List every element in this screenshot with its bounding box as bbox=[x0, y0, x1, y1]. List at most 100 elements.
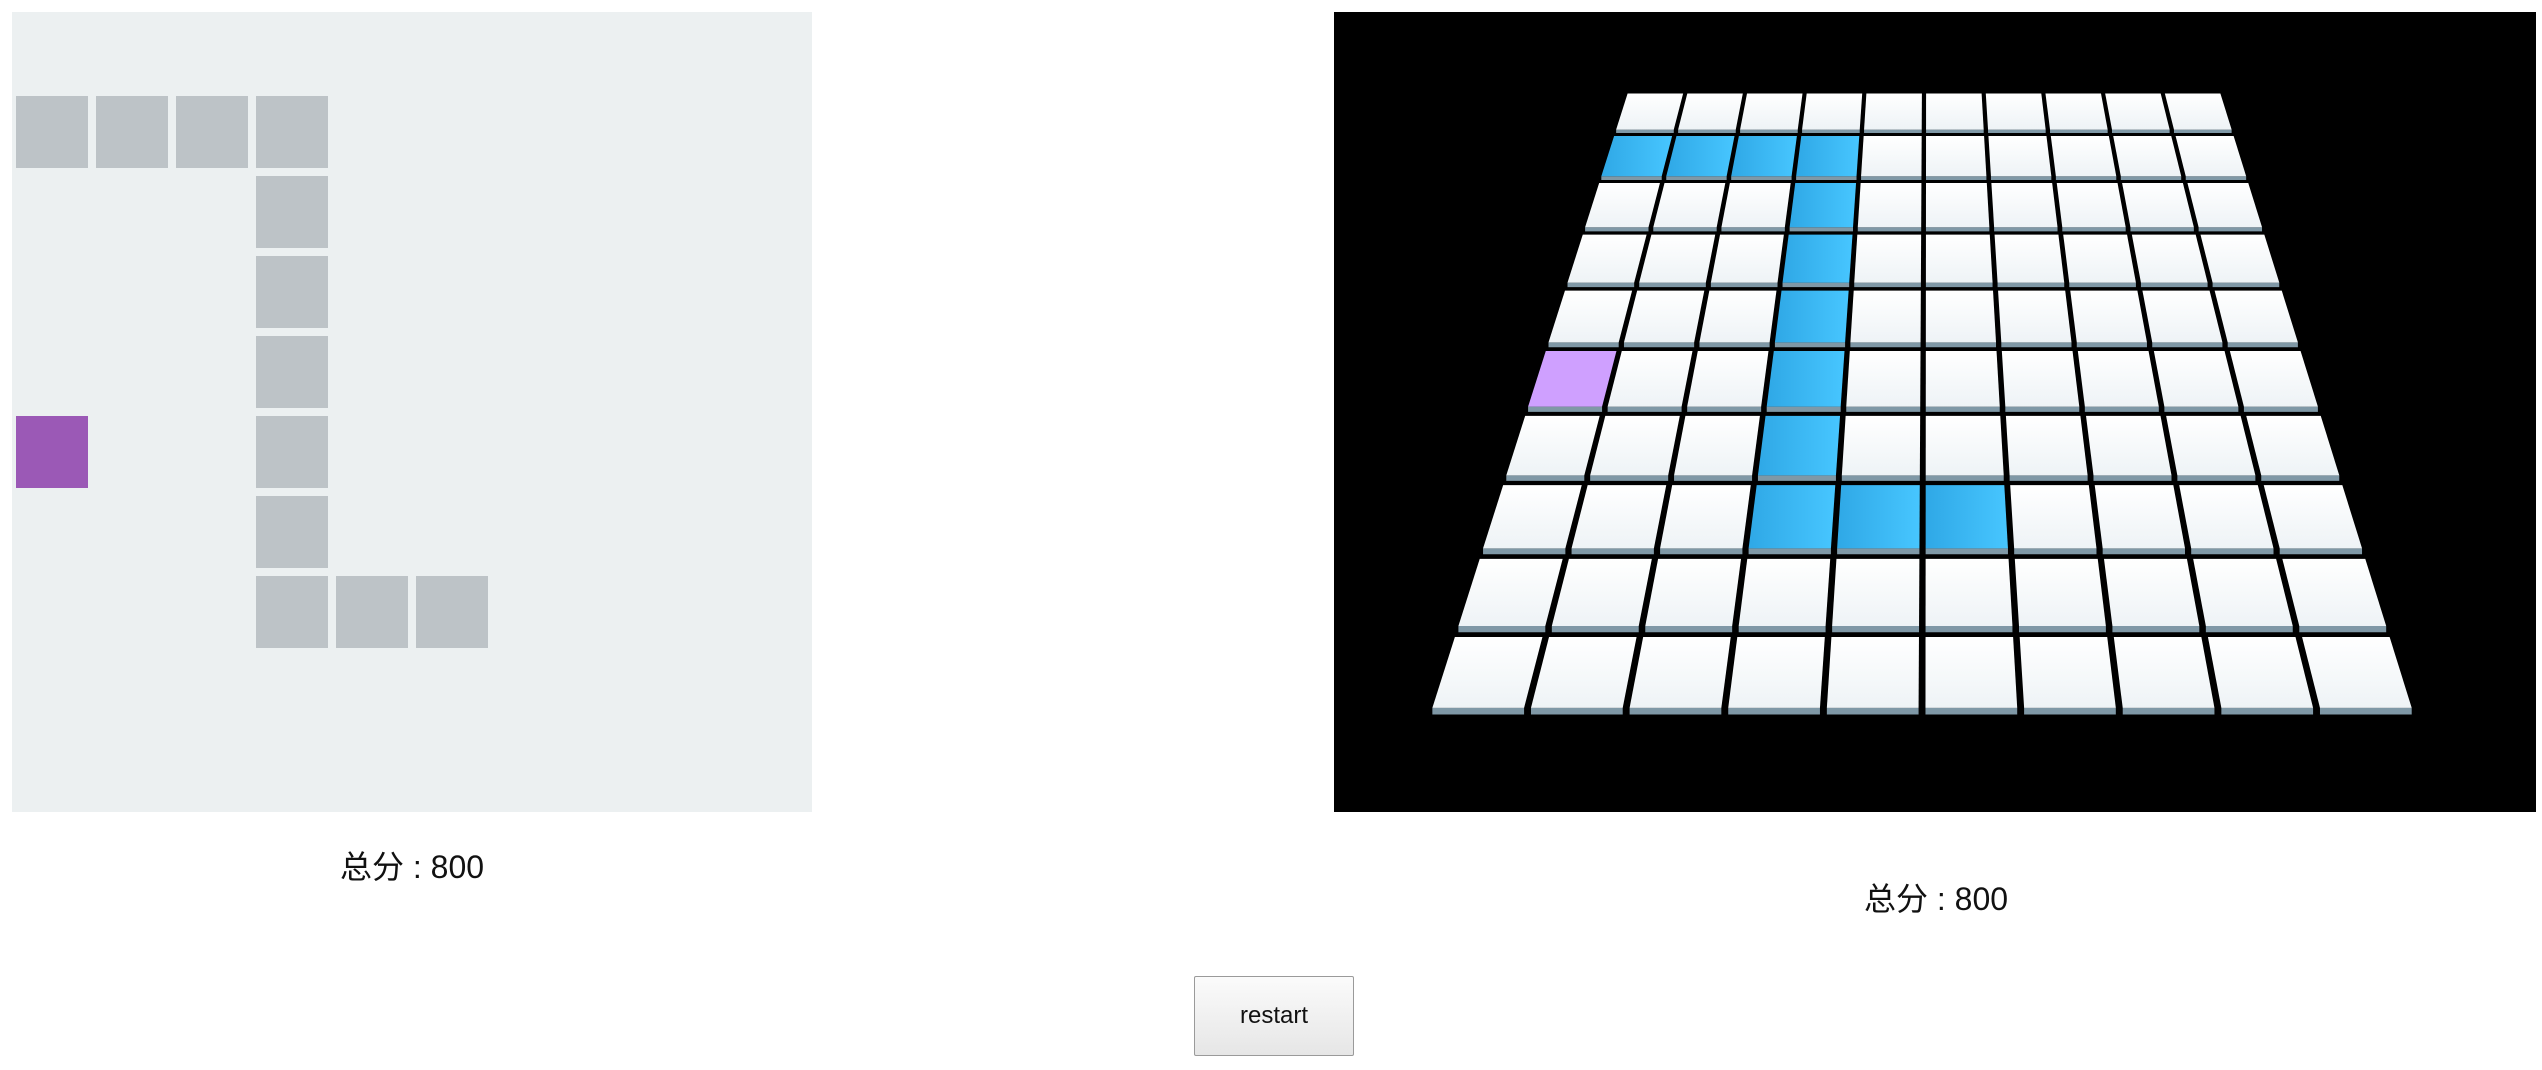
board-tile-3d bbox=[2050, 136, 2117, 177]
snake-segment-2d bbox=[416, 576, 488, 648]
tile-edge-3d bbox=[1832, 625, 1920, 633]
board-tile-3d bbox=[1841, 415, 1921, 476]
board-tile-3d bbox=[1458, 558, 1563, 626]
board-tile-3d bbox=[2070, 290, 2147, 343]
tile-edge-3d bbox=[2093, 475, 2172, 481]
board-tile-3d bbox=[1567, 234, 1647, 283]
tile-edge-3d bbox=[1623, 342, 1695, 348]
board-tile-3d bbox=[2094, 485, 2185, 549]
tile-edge-3d bbox=[1740, 129, 1798, 134]
tile-edge-3d bbox=[1802, 129, 1860, 134]
tile-edge-3d bbox=[1548, 342, 1619, 348]
tile-edge-3d bbox=[1738, 625, 1826, 633]
board-tile-3d bbox=[1988, 136, 2052, 177]
board-tile-3d bbox=[1925, 637, 2018, 708]
board-tile-3d bbox=[2142, 290, 2223, 343]
snake-segment-2d bbox=[256, 176, 328, 248]
tile-edge-3d bbox=[2062, 227, 2126, 232]
tile-edge-3d bbox=[2205, 625, 2293, 633]
tile-edge-3d bbox=[1590, 475, 1669, 481]
board-tile-3d bbox=[2207, 637, 2314, 708]
board-tile-3d bbox=[1623, 290, 1705, 343]
snake-segment-2d bbox=[336, 576, 408, 648]
tile-edge-3d bbox=[1629, 707, 1722, 715]
tile-edge-3d bbox=[2221, 707, 2314, 715]
tile-edge-3d bbox=[2112, 129, 2170, 134]
board-tile-3d bbox=[1432, 637, 1543, 708]
board-tile-3d bbox=[1639, 234, 1716, 283]
tile-edge-3d bbox=[1687, 406, 1762, 412]
board-tile-3d bbox=[1721, 183, 1791, 228]
board-tile-3d bbox=[1678, 93, 1743, 130]
snake-tile-3d bbox=[1731, 136, 1797, 177]
tile-edge-3d bbox=[2076, 342, 2147, 348]
board-tile-3d bbox=[1483, 485, 1582, 549]
board-tile-3d bbox=[2282, 558, 2387, 626]
tile-edge-3d bbox=[2120, 176, 2182, 181]
tile-edge-3d bbox=[2122, 707, 2215, 715]
board-tile-3d bbox=[1985, 93, 2046, 130]
tile-edge-3d bbox=[1774, 342, 1846, 348]
tile-edge-3d bbox=[2014, 548, 2097, 555]
board-tile-3d bbox=[1660, 485, 1751, 549]
board-tile-3d bbox=[2153, 350, 2239, 407]
board-tile-3d bbox=[1802, 93, 1863, 130]
board-tile-3d bbox=[1728, 637, 1825, 708]
tile-edge-3d bbox=[1645, 625, 1733, 633]
tile-edge-3d bbox=[1653, 227, 1717, 232]
tile-edge-3d bbox=[1660, 548, 1743, 555]
snake-segment-2d bbox=[176, 96, 248, 168]
game-stage: 总分 : 800 总分 : 800 restart bbox=[0, 0, 2542, 1070]
board-tile-3d bbox=[2001, 350, 2080, 407]
snake-tile-3d bbox=[1782, 234, 1853, 283]
tile-edge-3d bbox=[1757, 475, 1836, 481]
board-tile-3d bbox=[2193, 558, 2293, 626]
board-tile-3d bbox=[1925, 290, 1997, 343]
tile-edge-3d bbox=[2001, 342, 2072, 348]
tile-edge-3d bbox=[1861, 176, 1922, 181]
board-tile-3d bbox=[2122, 183, 2194, 228]
tile-edge-3d bbox=[2212, 282, 2280, 288]
board-tile-3d bbox=[1846, 350, 1921, 407]
restart-button[interactable]: restart bbox=[1194, 976, 1354, 1056]
board-tile-3d bbox=[2113, 637, 2215, 708]
board-tile-3d bbox=[2105, 93, 2170, 130]
board-tile-3d bbox=[2200, 234, 2280, 283]
tile-edge-3d bbox=[2279, 548, 2363, 555]
snake-tile-3d bbox=[1789, 183, 1857, 228]
board-tile-3d bbox=[2175, 136, 2247, 177]
board-tile-3d bbox=[1653, 183, 1726, 228]
tile-edge-3d bbox=[1846, 406, 1921, 412]
board-tile-3d bbox=[1530, 637, 1637, 708]
tile-edge-3d bbox=[2024, 707, 2116, 715]
board-tile-3d bbox=[2063, 234, 2136, 283]
tile-edge-3d bbox=[1796, 176, 1857, 181]
board-tile-3d bbox=[1616, 93, 1684, 130]
board-tile-3d bbox=[1991, 183, 2058, 228]
score-label-3d: 总分 : 800 bbox=[1864, 881, 2009, 917]
board-tile-3d bbox=[1607, 350, 1693, 407]
board-tile-3d bbox=[1861, 136, 1922, 177]
snake-tile-3d bbox=[1757, 415, 1841, 476]
tile-edge-3d bbox=[1925, 282, 1993, 288]
board-tile-3d bbox=[2113, 136, 2182, 177]
board-tile-3d bbox=[1925, 234, 1993, 283]
snake-segment-2d bbox=[96, 96, 168, 168]
tile-edge-3d bbox=[2050, 129, 2108, 134]
tile-edge-3d bbox=[1699, 342, 1770, 348]
tile-edge-3d bbox=[1925, 548, 2008, 555]
snake-tile-3d bbox=[1796, 136, 1860, 177]
snake-segment-2d bbox=[256, 496, 328, 568]
tile-edge-3d bbox=[2152, 342, 2223, 348]
board-tile-3d bbox=[2019, 637, 2116, 708]
tile-edge-3d bbox=[1528, 406, 1603, 412]
board-tile-3d bbox=[1994, 234, 2065, 283]
tile-edge-3d bbox=[1721, 227, 1785, 232]
food-tile-3d bbox=[1528, 350, 1617, 407]
tile-edge-3d bbox=[1841, 475, 1920, 481]
tile-edge-3d bbox=[1766, 406, 1841, 412]
board-tile-3d bbox=[1585, 183, 1660, 228]
tile-edge-3d bbox=[1925, 707, 2018, 715]
board-tile-3d bbox=[2246, 415, 2340, 476]
snake-tile-3d bbox=[1766, 350, 1845, 407]
